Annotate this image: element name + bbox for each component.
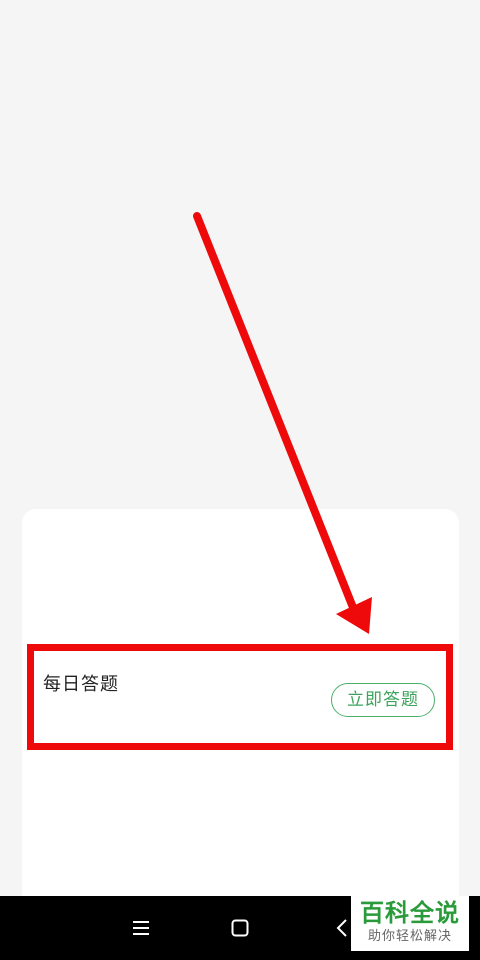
answer-now-button[interactable]: 立即答题	[331, 683, 435, 717]
menu-icon[interactable]	[125, 912, 157, 944]
watermark-logo: 百科全说 助你轻松解决	[351, 896, 469, 951]
home-icon[interactable]	[224, 912, 256, 944]
task-title: 每日答题	[43, 674, 119, 695]
watermark-subtitle: 助你轻松解决	[367, 929, 452, 944]
watermark-title: 百科全说	[360, 899, 460, 927]
